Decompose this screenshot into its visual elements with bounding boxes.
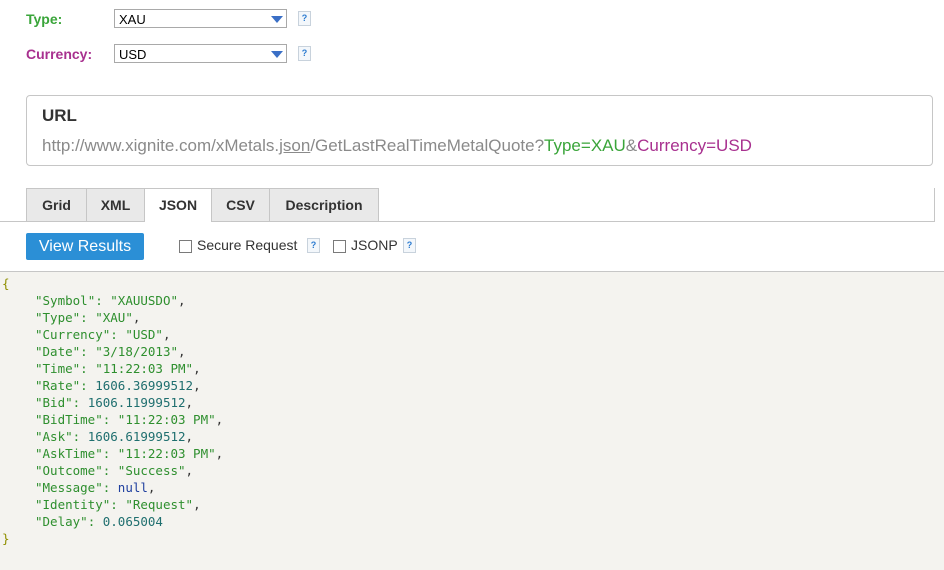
tabs-divider-right (934, 188, 935, 221)
tab-json[interactable]: JSON (144, 188, 212, 222)
secure-request-checkbox[interactable] (179, 240, 192, 253)
url-param-type-eq: = (580, 136, 591, 155)
json-key: Delay (42, 514, 81, 529)
json-entry: "Type": "XAU", (35, 310, 141, 325)
json-entry: "Delay": 0.065004 (35, 514, 163, 529)
json-entry: "Outcome": "Success", (35, 463, 194, 478)
json-key: Ask (42, 429, 66, 444)
url-param-type-value: XAU (590, 136, 626, 155)
json-key: Time (42, 361, 73, 376)
json-output-panel[interactable]: { "Symbol": "XAUUSDO", "Type": "XAU", "Cur… (0, 271, 944, 570)
json-entry: "Ask": 1606.61999512, (35, 429, 194, 444)
url-ampersand: & (625, 136, 638, 155)
json-value: "XAUUSDO" (110, 293, 178, 308)
json-key: Currency (42, 327, 103, 342)
type-select[interactable]: XAU (114, 9, 287, 28)
url-param-type-name: Type (544, 136, 581, 155)
json-key: Outcome (42, 463, 96, 478)
url-panel: URL http://www.xignite.com/xMetals.json/… (26, 95, 933, 166)
json-entry: "Currency": "USD", (35, 327, 171, 342)
json-value: 1606.11999512 (87, 395, 186, 410)
help-icon[interactable]: ? (403, 238, 416, 253)
json-open-brace: { (2, 276, 10, 291)
type-select-value: XAU (119, 12, 146, 27)
json-key: Date (42, 344, 73, 359)
currency-field-row: Currency: USD ? (0, 43, 320, 65)
chevron-down-icon (271, 51, 283, 58)
json-value: 1606.61999512 (87, 429, 186, 444)
json-key: Bid (42, 395, 66, 410)
json-value: "11:22:03 PM" (117, 412, 216, 427)
json-value: "3/18/2013" (95, 344, 179, 359)
json-entry: "Time": "11:22:03 PM", (35, 361, 201, 376)
json-key: BidTime (42, 412, 96, 427)
url-param-currency-eq: = (706, 136, 717, 155)
json-entry: "Message": null, (35, 480, 156, 495)
help-icon[interactable]: ? (298, 11, 311, 26)
json-key: AskTime (42, 446, 96, 461)
json-key: Symbol (42, 293, 88, 308)
json-value: 0.065004 (102, 514, 163, 529)
json-close-brace: } (2, 531, 10, 546)
json-key: Identity (42, 497, 103, 512)
secure-request-label: Secure Request (197, 237, 298, 253)
url-path: /GetLastRealTimeMetalQuote? (310, 136, 545, 155)
jsonp-checkbox[interactable] (333, 240, 346, 253)
chevron-down-icon (271, 16, 283, 23)
url-base: http://www.xignite.com/xMetals. (42, 136, 280, 155)
json-value: "XAU" (95, 310, 133, 325)
url-title: URL (42, 106, 77, 125)
json-entry: "Bid": 1606.11999512, (35, 395, 194, 410)
tab-grid[interactable]: Grid (26, 188, 87, 221)
json-key: Message (42, 480, 96, 495)
json-entry: "Rate": 1606.36999512, (35, 378, 201, 393)
json-value: 1606.36999512 (95, 378, 194, 393)
url-format: json (279, 136, 311, 155)
type-label: Type: (26, 11, 63, 27)
json-value: "USD" (125, 327, 163, 342)
tab-description[interactable]: Description (269, 188, 379, 221)
currency-select[interactable]: USD (114, 44, 287, 63)
currency-select-value: USD (119, 47, 147, 62)
request-url[interactable]: http://www.xignite.com/xMetals.json/GetL… (42, 136, 752, 156)
type-field-row: Type: XAU ? (0, 8, 320, 30)
json-entry: "Identity": "Request", (35, 497, 201, 512)
tab-csv[interactable]: CSV (211, 188, 270, 221)
jsonp-label: JSONP (351, 237, 398, 253)
json-entry: "AskTime": "11:22:03 PM", (35, 446, 224, 461)
json-key: Type (42, 310, 73, 325)
json-value: null (117, 480, 148, 495)
json-value: "Request" (125, 497, 194, 512)
tabs-divider (0, 221, 935, 222)
url-param-currency-value: USD (716, 136, 752, 155)
json-entry: "Symbol": "XAUUSDO", (35, 293, 186, 308)
json-value: "11:22:03 PM" (117, 446, 216, 461)
json-entry: "BidTime": "11:22:03 PM", (35, 412, 224, 427)
json-value: "Success" (117, 463, 186, 478)
json-entry: "Date": "3/18/2013", (35, 344, 186, 359)
help-icon[interactable]: ? (298, 46, 311, 61)
currency-label: Currency: (26, 46, 93, 62)
tab-xml[interactable]: XML (86, 188, 145, 221)
json-key: Rate (42, 378, 73, 393)
json-value: "11:22:03 PM" (95, 361, 194, 376)
view-results-button[interactable]: View Results (26, 233, 144, 260)
help-icon[interactable]: ? (307, 238, 320, 253)
url-param-currency-name: Currency (637, 136, 707, 155)
